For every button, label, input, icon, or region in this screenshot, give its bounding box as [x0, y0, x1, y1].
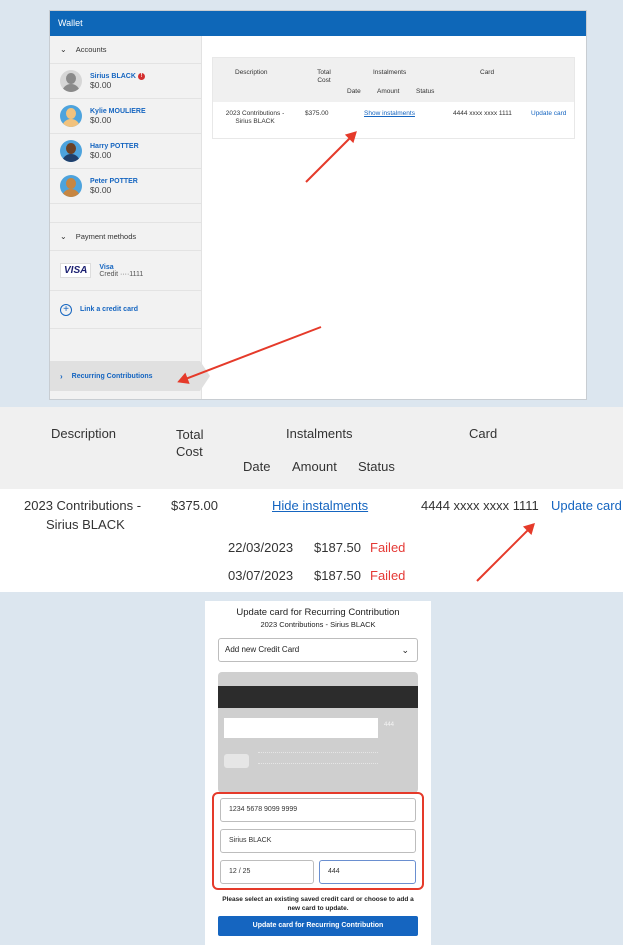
card-number-field[interactable]: 1234 5678 9099 9999: [220, 798, 416, 822]
col-amount: Amount: [292, 459, 337, 474]
row-total: $375.00: [305, 110, 329, 117]
account-balance: $0.00: [90, 114, 112, 125]
account-name: Kylie MOULIERE: [90, 107, 146, 115]
avatar-icon: [60, 105, 82, 127]
plus-circle-icon: +: [60, 303, 72, 316]
instalment-date: 03/07/2023: [228, 568, 294, 583]
col-description: Description: [235, 69, 268, 76]
col-instalments: Instalments: [286, 426, 353, 441]
annotation-arrow: [476, 523, 535, 582]
payment-method-name: Visa: [99, 263, 114, 271]
cvv-field[interactable]: 444: [319, 860, 416, 884]
chevron-down-icon: ⌄: [60, 232, 67, 241]
payment-section-toggle[interactable]: ⌄ Payment methods: [50, 223, 201, 251]
account-name: Harry POTTER: [90, 142, 139, 150]
card-select-value: Add new Credit Card: [225, 645, 300, 654]
row-card-number: 4444 xxxx xxxx 1111: [453, 110, 512, 117]
card-fine-print: [258, 752, 378, 764]
signature-strip: [224, 718, 378, 738]
chevron-down-icon: ⌄: [60, 45, 67, 54]
card-preview: 444: [218, 672, 418, 793]
wallet-screenshot: Wallet ⌄ Accounts Sirius BLACK! $0.00 Ky…: [49, 10, 587, 400]
col-instalments: Instalments: [373, 69, 407, 76]
avatar-icon: [60, 140, 82, 162]
accounts-section-toggle[interactable]: ⌄ Accounts: [50, 36, 201, 64]
avatar-icon: [60, 70, 82, 92]
col-status: Status: [416, 88, 435, 95]
hide-instalments-link[interactable]: Hide instalments: [272, 498, 368, 513]
col-status: Status: [358, 459, 395, 474]
instalment-date: 22/03/2023: [228, 540, 294, 555]
update-card-link[interactable]: Update card: [531, 110, 566, 117]
account-item-sirius[interactable]: Sirius BLACK! $0.00: [50, 64, 201, 99]
recurring-contributions-label: Recurring Contributions: [71, 372, 153, 380]
account-item-harry[interactable]: Harry POTTER $0.00: [50, 134, 201, 169]
warning-icon: !: [137, 72, 145, 80]
col-date: Date: [243, 459, 271, 474]
row-description: 2023 Contributions - Sirius BLACK: [225, 110, 285, 125]
payment-method-visa[interactable]: VISA Visa Credit ····1111: [50, 251, 201, 291]
recurring-table: Description Total Cost Instalments Card …: [212, 57, 575, 139]
expiry-field[interactable]: 12 / 25: [220, 860, 314, 884]
annotation-arrow: [305, 131, 357, 183]
col-total-cost: Total Cost: [176, 427, 204, 459]
table-header: [0, 407, 623, 489]
col-date: Date: [347, 88, 361, 95]
update-card-link[interactable]: Update card: [551, 498, 622, 513]
col-card: Card: [469, 426, 498, 441]
instalment-amount: $187.50: [314, 568, 361, 583]
account-balance: $0.00: [90, 79, 112, 90]
account-name: Peter POTTER: [90, 177, 138, 185]
instalments-table-zoom: Description Total Cost Instalments Card …: [0, 407, 623, 592]
caret-down-icon: ⌄: [401, 645, 409, 655]
row-description: 2023 Contributions -: [24, 498, 142, 513]
help-text: Please select an existing saved credit c…: [222, 896, 414, 912]
dialog-title: Update card for Recurring Contribution: [236, 607, 400, 618]
account-balance: $0.00: [90, 184, 112, 195]
table-header: [213, 58, 574, 102]
wallet-sidebar: ⌄ Accounts Sirius BLACK! $0.00 Kylie MOU…: [50, 36, 210, 399]
visa-logo: VISA: [60, 263, 92, 278]
show-instalments-link[interactable]: Show instalments: [364, 110, 415, 117]
chevron-right-icon: ›: [60, 371, 63, 381]
instalment-status: Failed: [370, 540, 406, 555]
col-amount: Amount: [377, 88, 400, 95]
accounts-header: Accounts: [75, 45, 107, 54]
avatar-icon: [60, 175, 82, 197]
row-total: $375.00: [171, 498, 218, 513]
account-item-kylie[interactable]: Kylie MOULIERE $0.00: [50, 99, 201, 134]
col-description: Description: [51, 426, 117, 441]
link-credit-card-button[interactable]: + Link a credit card: [50, 291, 201, 329]
card-select[interactable]: Add new Credit Card ⌄: [218, 638, 418, 662]
cardholder-name-field[interactable]: Sirius BLACK: [220, 829, 416, 853]
link-credit-card-label: Link a credit card: [80, 306, 138, 313]
instalment-amount: $187.50: [314, 540, 361, 555]
magnetic-stripe: [218, 686, 418, 708]
account-balance: $0.00: [90, 149, 112, 160]
update-card-submit-button[interactable]: Update card for Recurring Contribution: [218, 916, 418, 936]
card-chip: [224, 754, 249, 768]
instalment-status: Failed: [370, 568, 406, 583]
payment-methods-header: Payment methods: [75, 232, 137, 241]
account-name: Sirius BLACK: [90, 72, 136, 80]
update-card-dialog: Update card for Recurring Contribution 2…: [205, 601, 431, 945]
row-description: Sirius BLACK: [46, 517, 125, 532]
wallet-header: Wallet: [50, 11, 586, 36]
dialog-subtitle: 2023 Contributions - Sirius BLACK: [260, 620, 376, 629]
card-preview-cvv: 444: [384, 722, 395, 728]
row-card-number: 4444 xxxx xxxx 1111: [421, 498, 539, 513]
col-card: Card: [480, 69, 495, 76]
payment-method-detail: Credit ····1111: [99, 270, 144, 278]
account-item-peter[interactable]: Peter POTTER $0.00: [50, 169, 201, 204]
divider: [50, 204, 201, 223]
col-total-cost: Total Cost: [317, 69, 331, 84]
